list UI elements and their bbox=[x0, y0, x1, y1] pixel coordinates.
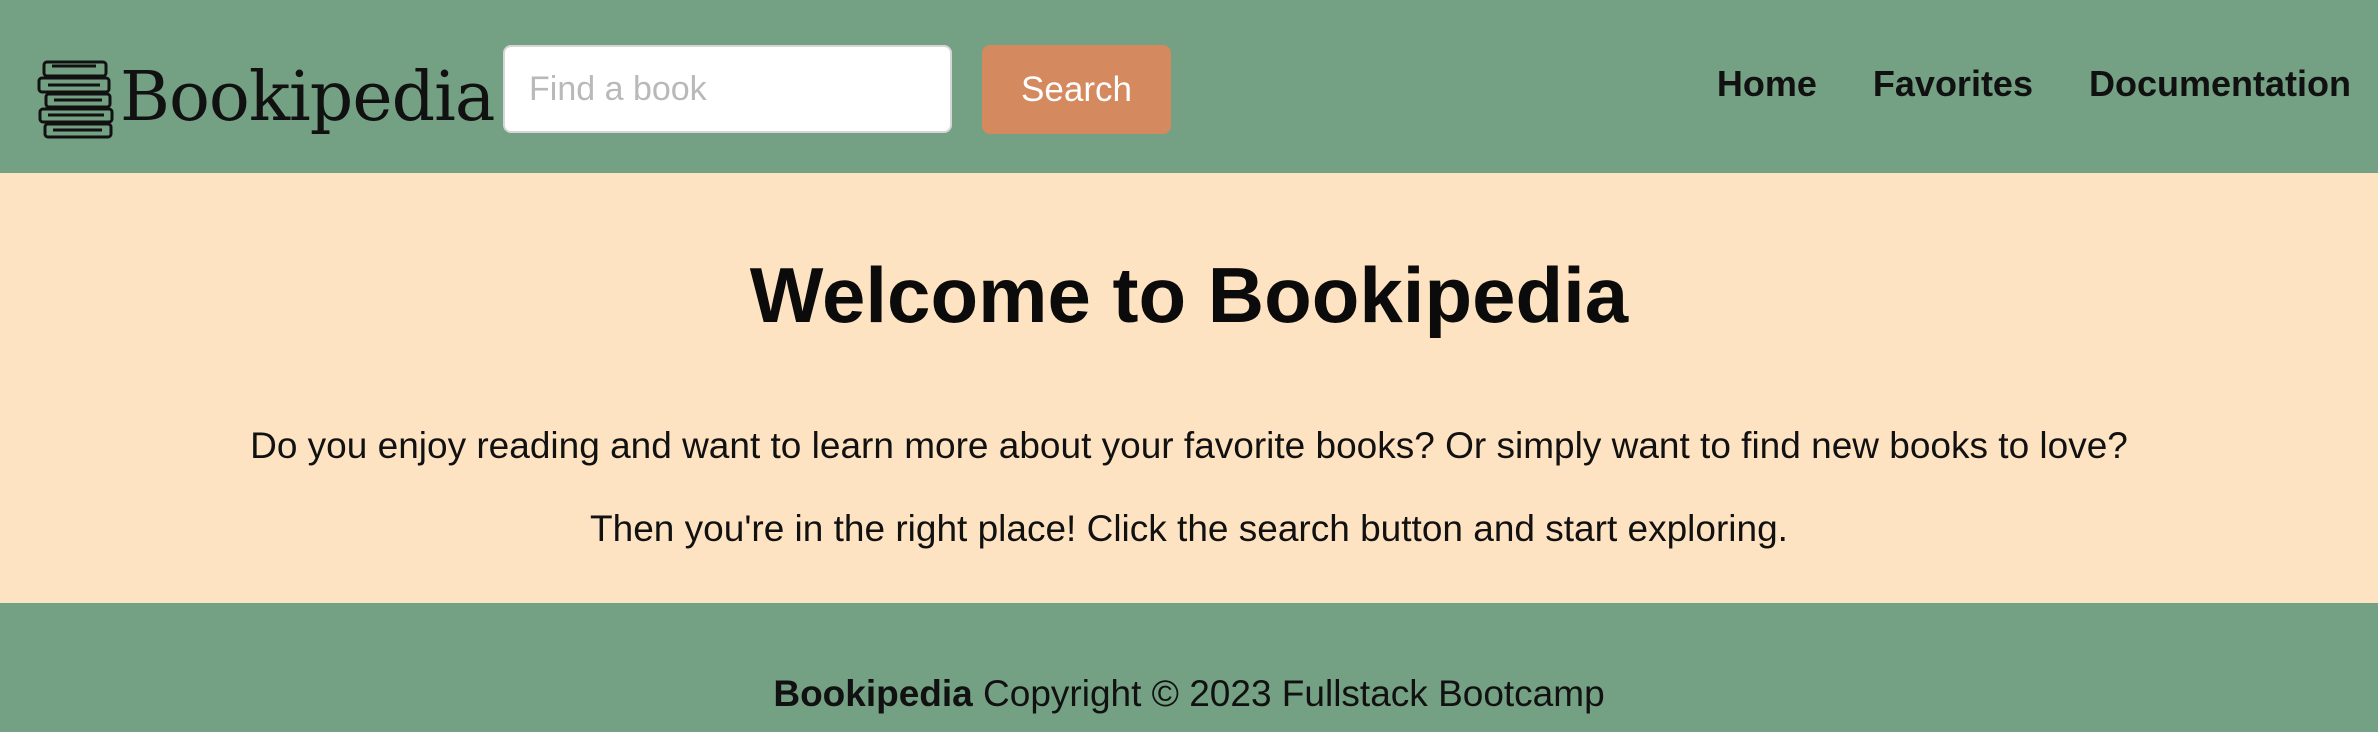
cta-paragraph: Then you're in the right place! Click th… bbox=[590, 508, 1788, 549]
page-title: Welcome to Bookipedia bbox=[749, 251, 1629, 339]
intro-paragraph: Do you enjoy reading and want to learn m… bbox=[250, 425, 2128, 466]
footer-brand: Bookipedia bbox=[773, 673, 973, 714]
hero-section: Welcome to Bookipedia Do you enjoy readi… bbox=[0, 173, 2378, 603]
nav-documentation-link[interactable]: Documentation bbox=[2089, 66, 2351, 102]
book-stack-icon bbox=[37, 60, 114, 139]
nav-home-link[interactable]: Home bbox=[1717, 66, 1817, 102]
footer-copyright: Bookipedia Copyright © 2023 Fullstack Bo… bbox=[0, 675, 2378, 712]
search-input[interactable] bbox=[503, 45, 952, 133]
logo[interactable]: Bookipedia bbox=[36, 50, 495, 146]
navbar: Bookipedia Search Home Favorites Documen… bbox=[0, 0, 2378, 173]
footer: Bookipedia Copyright © 2023 Fullstack Bo… bbox=[0, 603, 2378, 732]
footer-copyright-text: Copyright © 2023 Fullstack Bootcamp bbox=[972, 673, 1605, 714]
nav-links: Home Favorites Documentation bbox=[1661, 66, 2351, 102]
logo-text: Bookipedia bbox=[120, 58, 495, 137]
nav-favorites-link[interactable]: Favorites bbox=[1873, 66, 2033, 102]
search-button[interactable]: Search bbox=[982, 45, 1171, 134]
